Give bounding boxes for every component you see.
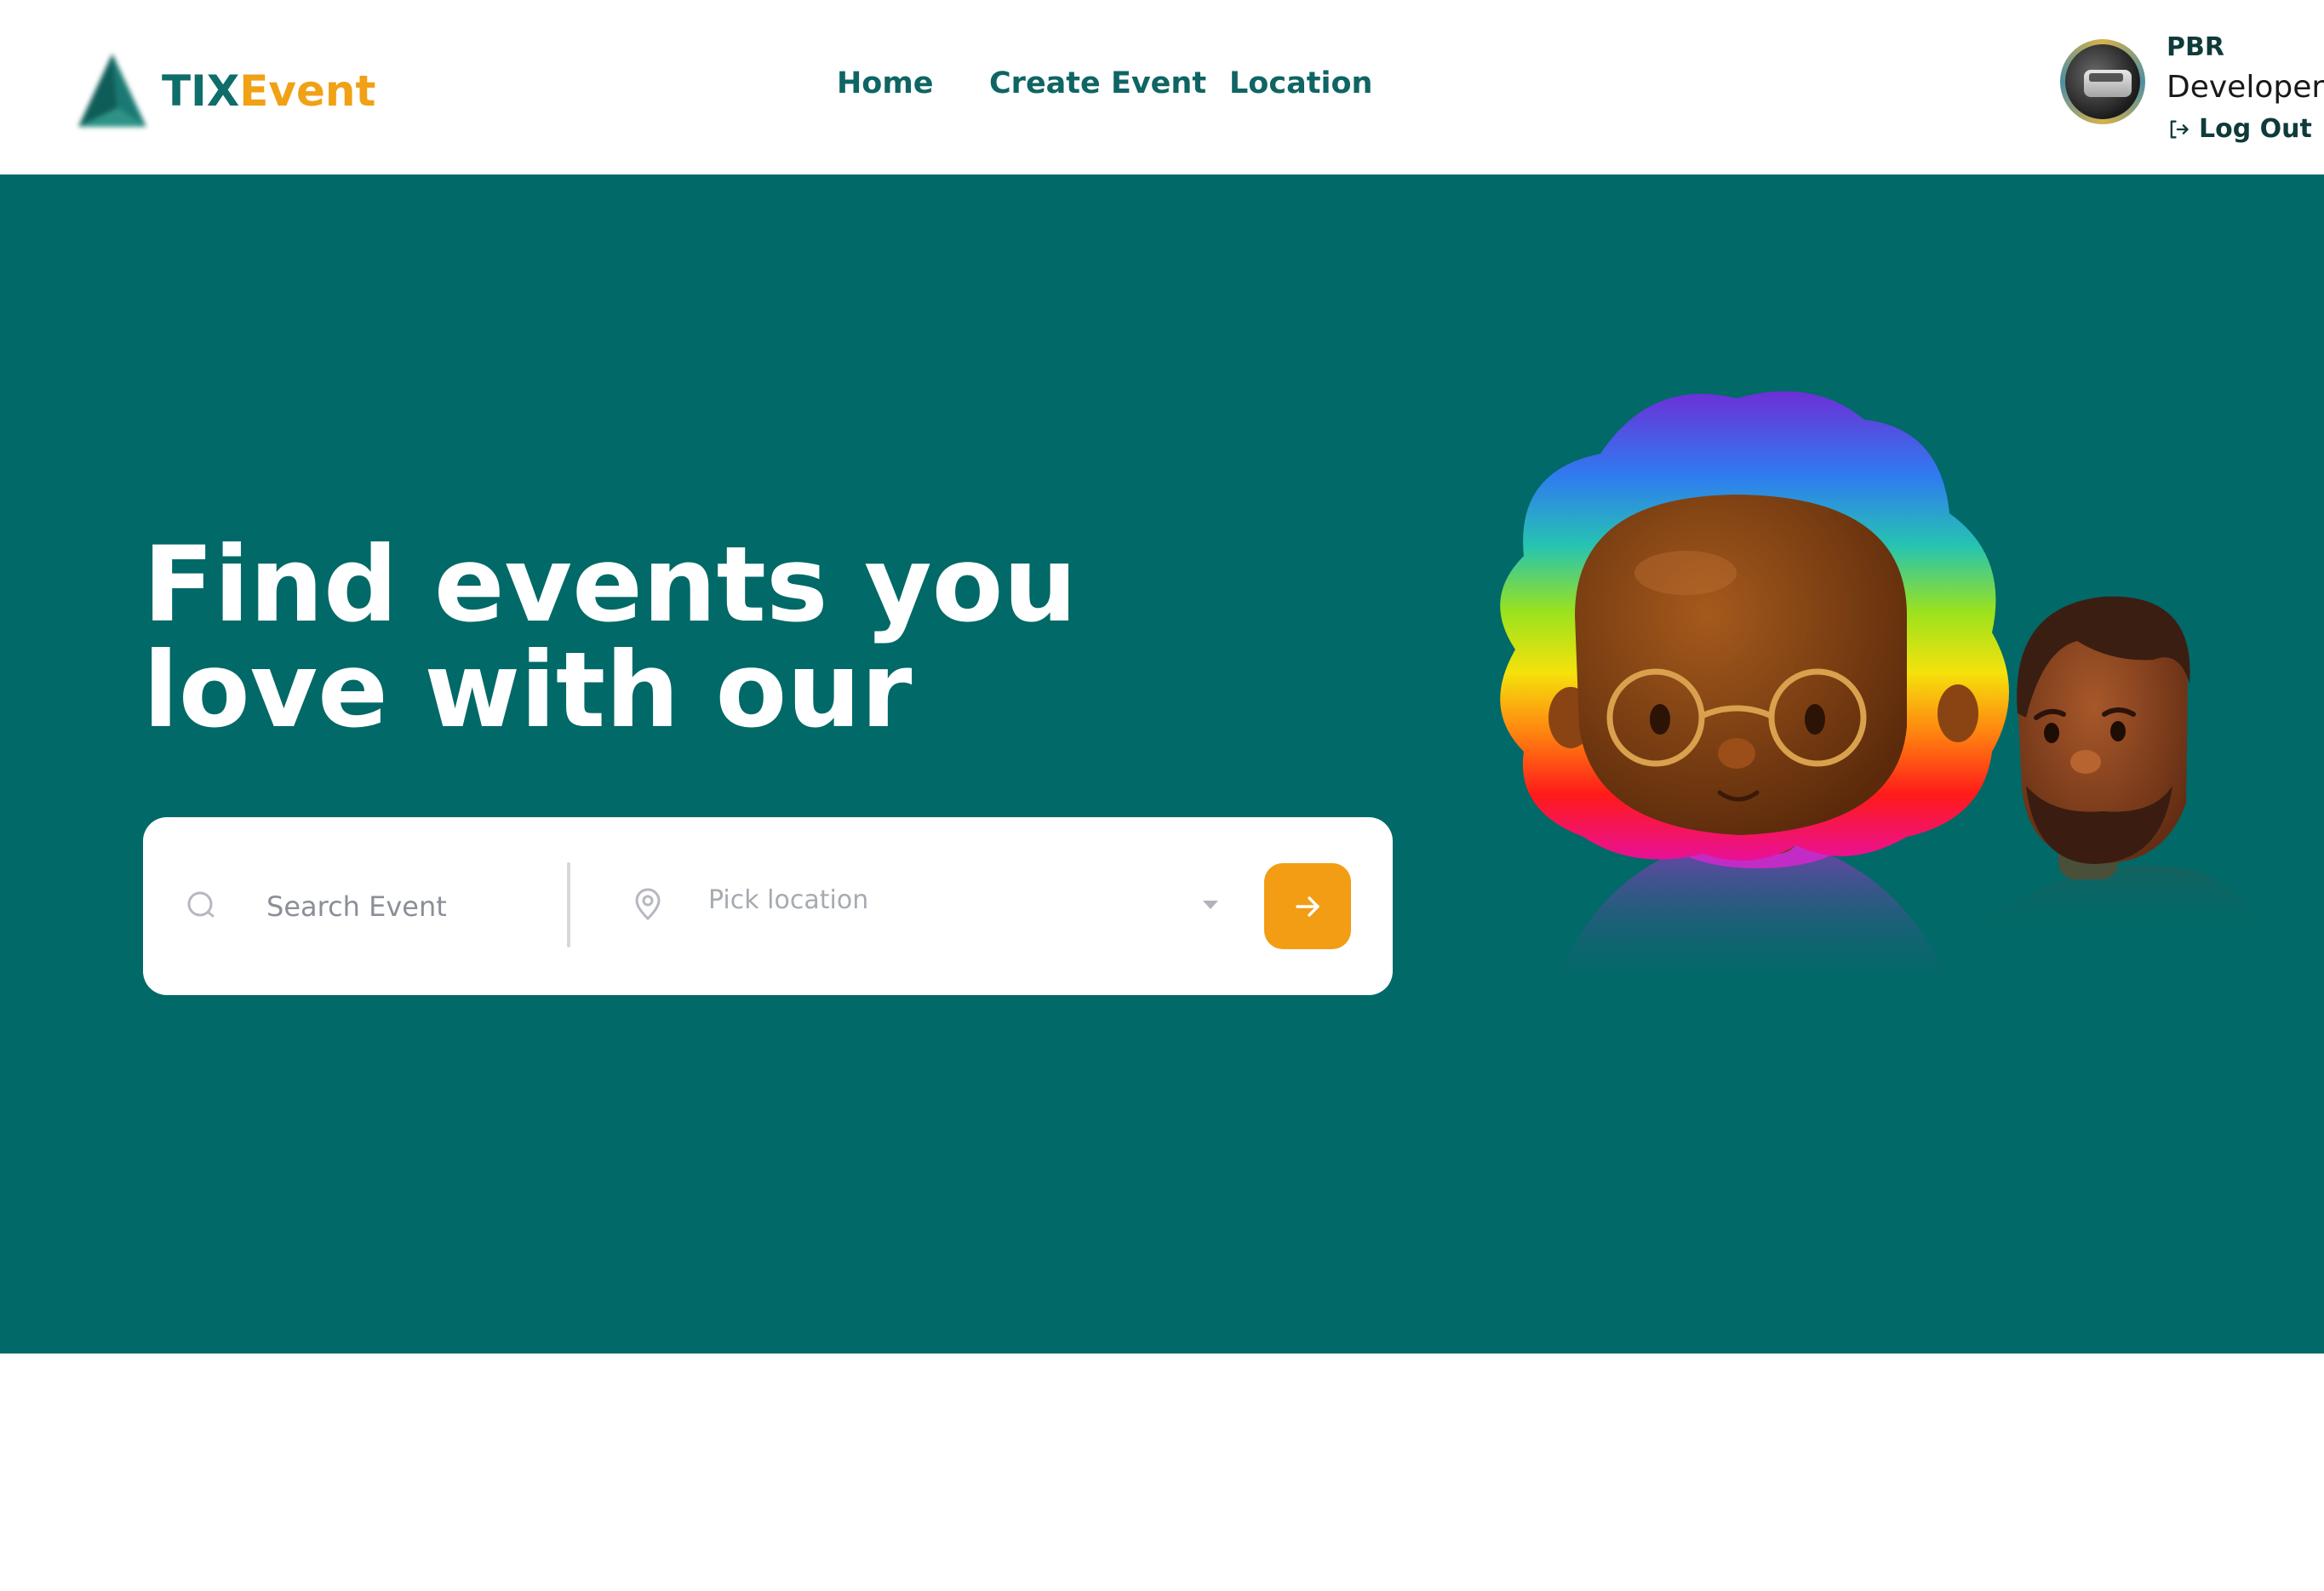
nav-home-link[interactable]: Home <box>837 66 934 100</box>
top-navbar: TIXEvent Home Create Event Location PBR … <box>0 0 2324 175</box>
search-icon <box>187 891 215 918</box>
logo-mark-icon <box>78 54 146 127</box>
hero-illustration <box>1500 391 2264 999</box>
hero-headline: Find events you love with our <box>143 524 1078 751</box>
logout-button[interactable]: Log Out <box>2167 114 2312 144</box>
brand-name: TIXEvent <box>162 66 375 116</box>
avatar-car-window <box>2089 73 2123 82</box>
location-pin-icon <box>635 888 661 921</box>
female-avatar <box>1500 391 2009 999</box>
search-submit-button[interactable] <box>1264 863 1351 949</box>
brand-name-part2: Event <box>239 66 376 116</box>
user-name: PBR <box>2167 32 2224 62</box>
nav-create-event-link[interactable]: Create Event <box>989 66 1206 100</box>
avatar[interactable] <box>2060 39 2145 124</box>
male-avatar <box>1958 596 2264 939</box>
hero-headline-line2: love with our <box>143 630 913 751</box>
avatar-image <box>2065 44 2140 119</box>
chevron-down-icon[interactable] <box>1203 901 1218 909</box>
brand-name-part1: TIX <box>162 66 240 116</box>
search-divider <box>567 862 570 947</box>
nav-location-link[interactable]: Location <box>1229 66 1372 100</box>
event-search-bar: Pick location <box>143 817 1393 995</box>
arrow-right-icon <box>1296 896 1319 917</box>
brand-logo[interactable]: TIXEvent <box>68 44 375 138</box>
location-select[interactable]: Pick location <box>708 885 868 915</box>
hero-headline-line1: Find events you <box>143 524 1078 645</box>
hero-section: Find events you love with our Pick locat… <box>0 175 2324 1353</box>
logout-label: Log Out <box>2199 114 2312 144</box>
user-role: Developer, ID <box>2167 70 2324 105</box>
search-event-input[interactable] <box>265 880 549 933</box>
logout-icon <box>2170 120 2189 138</box>
